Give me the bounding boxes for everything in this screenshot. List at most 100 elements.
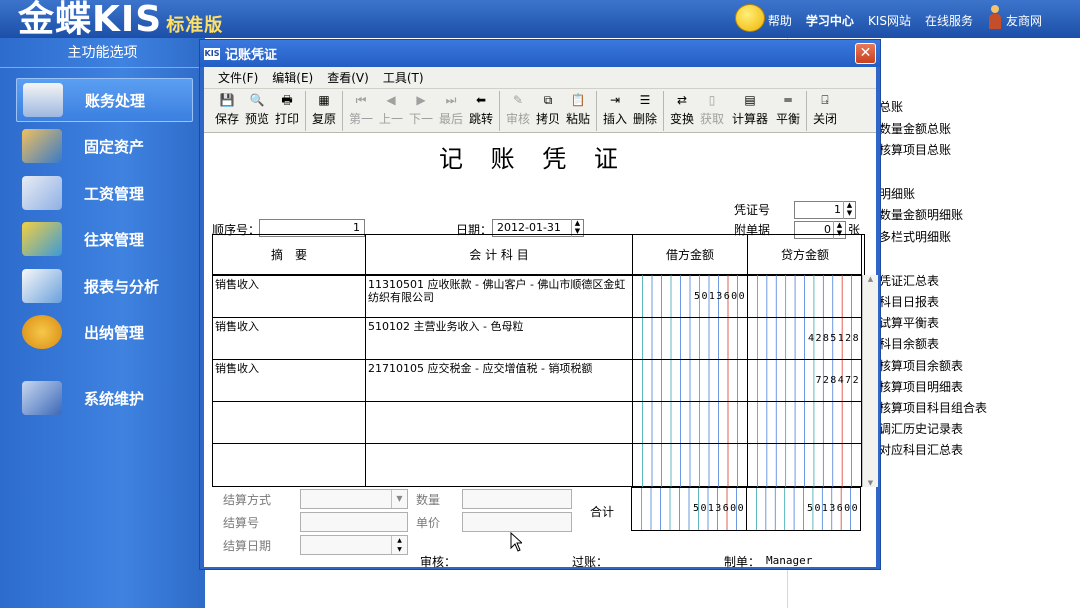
unit-price-input[interactable] [462, 512, 572, 532]
paste-button-label: 粘贴 [565, 112, 590, 126]
last-button-label: 最后 [438, 112, 463, 126]
menu-view[interactable]: 查看(V) [327, 69, 369, 86]
audit-button[interactable]: ✎ 审核 [503, 89, 533, 133]
calculator-icon: ▤ [744, 93, 756, 107]
total-credit: 5013600 [807, 503, 859, 514]
header-credit: 贷方金额 [748, 235, 862, 275]
table-scrollbar[interactable]: ▲ ▼ [862, 275, 878, 487]
sidebar-item-reports[interactable]: 报表与分析 [16, 264, 193, 308]
first-icon: ⏮ [355, 93, 367, 107]
next-button[interactable]: ▶ 下一 [406, 89, 436, 133]
sidebar-item-transactions[interactable]: 往来管理 [16, 217, 193, 261]
report-link[interactable]: 对应科目汇总表 [879, 441, 963, 458]
last-button[interactable]: ⏭ 最后 [436, 89, 466, 133]
settle-date-spinner[interactable]: ▲ ▼ [391, 536, 407, 554]
settle-method-select[interactable]: ▼ [300, 489, 408, 509]
voucher-no-spinner[interactable]: ▲ ▼ [843, 201, 855, 219]
menu-file[interactable]: 文件(F) [218, 69, 258, 86]
audit-button-label: 审核 [505, 112, 530, 126]
prev-button-label: 上一 [378, 112, 403, 126]
nav-learning-center[interactable]: 学习中心 [806, 12, 854, 29]
close-button[interactable]: ✕ [855, 43, 876, 64]
close-icon: ✕ [859, 45, 872, 61]
sidebar-item-salary[interactable]: 工资管理 [16, 171, 193, 215]
voucher-heading: 记 账 凭 证 [439, 145, 628, 173]
first-button[interactable]: ⏮ 第一 [346, 89, 376, 133]
maintenance-icon [22, 381, 62, 415]
next-icon: ▶ [416, 93, 426, 107]
settle-no-input[interactable] [300, 512, 408, 532]
insert-button[interactable]: ⇥ 插入 [600, 89, 630, 133]
chevron-down-icon[interactable]: ▼ [391, 490, 407, 508]
print-button-label: 打印 [274, 112, 299, 126]
sidebar-item-label: 出纳管理 [84, 323, 145, 342]
settle-date-input[interactable]: ▲ ▼ [300, 535, 408, 555]
report-link[interactable]: 核算项目科目组合表 [879, 399, 987, 416]
report-link[interactable]: 数量金额明细账 [879, 206, 963, 223]
row3-account[interactable]: 21710105 应交税金 - 应交增值税 - 销项税额 [368, 362, 630, 375]
header-summary: 摘 要 [213, 235, 365, 275]
voucher-no-input[interactable]: 1 ▲ ▼ [794, 201, 856, 219]
next-button-label: 下一 [408, 112, 433, 126]
report-link[interactable]: 总账 [879, 98, 903, 115]
scroll-down-icon[interactable]: ▼ [863, 479, 878, 487]
jump-button[interactable]: ⬅ 跳转 [466, 89, 496, 133]
nav-kis-website[interactable]: KIS网站 [868, 12, 911, 29]
switch-button[interactable]: ⇄ 变换 [667, 89, 697, 133]
report-link[interactable]: 多栏式明细账 [879, 228, 951, 245]
delete-button[interactable]: ☰ 删除 [630, 89, 660, 133]
prev-button[interactable]: ◀ 上一 [376, 89, 406, 133]
report-link[interactable]: 试算平衡表 [879, 314, 939, 331]
report-link[interactable]: 核算项目总账 [879, 141, 951, 158]
paste-button[interactable]: 📋 粘贴 [563, 89, 593, 133]
calculator-button[interactable]: ▤ 计算器 [727, 89, 773, 133]
report-link[interactable]: 调汇历史记录表 [879, 420, 963, 437]
jump-button-label: 跳转 [468, 112, 493, 126]
menu-tools[interactable]: 工具(T) [383, 69, 424, 86]
row2-summary[interactable]: 销售收入 [215, 320, 363, 333]
row2-credit[interactable]: 4285128 [748, 333, 860, 344]
report-link[interactable]: 明细账 [879, 185, 915, 202]
quantity-input[interactable] [462, 489, 572, 509]
restore-button-label: 复原 [311, 112, 336, 126]
dialog-body: 文件(F) 编辑(E) 查看(V) 工具(T) 💾 保存 🔍 预览 🖶 打印 ▦ 复原 … [204, 67, 878, 569]
scroll-up-icon[interactable]: ▲ [863, 275, 878, 283]
fetch-button[interactable]: ▯ 获取 [697, 89, 727, 133]
brand-logo-text: 金蝶KIS [18, 0, 163, 40]
report-link[interactable]: 科目日报表 [879, 293, 939, 310]
insert-button-label: 插入 [602, 112, 627, 126]
menu-edit[interactable]: 编辑(E) [272, 69, 313, 86]
report-link[interactable]: 科目余额表 [879, 335, 939, 352]
sidebar-item-label: 工资管理 [84, 184, 145, 203]
report-link[interactable]: 凭证汇总表 [879, 272, 939, 289]
row3-summary[interactable]: 销售收入 [215, 362, 363, 375]
restore-button[interactable]: ▦ 复原 [309, 89, 339, 133]
first-button-label: 第一 [348, 112, 373, 126]
report-link[interactable]: 数量金额总账 [879, 120, 951, 137]
close-dialog-button[interactable]: ⍈ 关闭 [810, 89, 840, 133]
row1-account[interactable]: 11310501 应收账款 - 佛山客户 - 佛山市顺德区金虹纺织有限公司 [368, 278, 630, 304]
sidebar-item-ledger[interactable]: 账务处理 [16, 78, 193, 122]
row1-debit[interactable]: 5013600 [633, 291, 746, 302]
row1-summary[interactable]: 销售收入 [215, 278, 363, 291]
sidebar-item-fixed-assets[interactable]: 固定资产 [16, 124, 193, 168]
balance-button[interactable]: ═ 平衡 [773, 89, 803, 133]
report-link[interactable]: 核算项目余额表 [879, 357, 963, 374]
report-link[interactable]: 核算项目明细表 [879, 378, 963, 395]
row2-account[interactable]: 510102 主营业务收入 - 色母粒 [368, 320, 630, 333]
sidebar-item-cashier[interactable]: 出纳管理 [16, 310, 193, 354]
row3-credit[interactable]: 728472 [748, 375, 860, 386]
toolbar-separator [499, 91, 500, 131]
preview-button[interactable]: 🔍 预览 [242, 89, 272, 133]
save-button[interactable]: 💾 保存 [212, 89, 242, 133]
nav-online-service[interactable]: 在线服务 [925, 12, 973, 29]
dialog-titlebar[interactable]: KIS 记账凭证 [200, 40, 880, 67]
print-button[interactable]: 🖶 打印 [272, 89, 302, 133]
nav-help[interactable]: 帮助 [734, 4, 792, 32]
cashier-icon [22, 315, 62, 349]
nav-partner-net[interactable]: 友商网 [987, 5, 1042, 29]
sidebar-item-maintenance[interactable]: 系统维护 [16, 376, 193, 420]
restore-icon: ▦ [318, 93, 330, 107]
copy-button[interactable]: ⧉ 拷贝 [533, 89, 563, 133]
row-divider [213, 317, 864, 318]
